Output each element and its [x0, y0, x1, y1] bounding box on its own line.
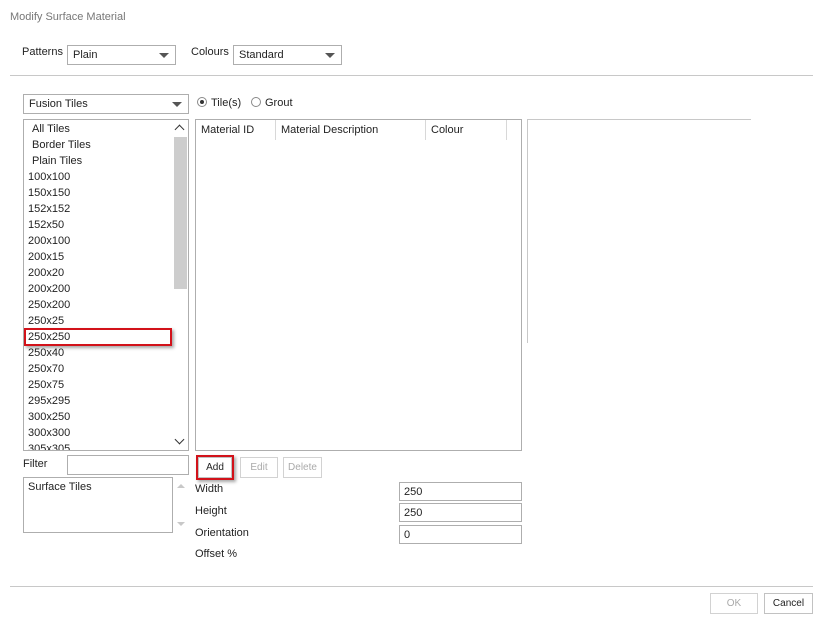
chevron-up-icon[interactable] — [174, 124, 185, 135]
dialog-title: Modify Surface Material — [10, 11, 126, 23]
ok-button[interactable]: OK — [710, 593, 758, 614]
edit-button[interactable]: Edit — [240, 457, 278, 478]
list-item[interactable]: 200x20 — [28, 265, 64, 281]
selection-highlight — [24, 328, 172, 346]
tiles-radio-label: Tile(s) — [211, 97, 242, 109]
list-item[interactable]: 295x295 — [28, 393, 70, 409]
filter-label: Filter — [23, 458, 48, 470]
category-select-value: Fusion Tiles — [29, 98, 88, 110]
list-item[interactable]: 250x25 — [28, 313, 64, 329]
colours-select[interactable]: Standard — [233, 45, 342, 65]
list-scrollbar[interactable] — [173, 120, 188, 450]
list-item[interactable]: 150x150 — [28, 185, 70, 201]
list-item[interactable]: 250x40 — [28, 345, 64, 361]
material-grid[interactable]: Material ID Material Description Colour — [195, 119, 522, 451]
list-item[interactable]: All Tiles — [32, 121, 70, 137]
list-item[interactable]: 250x70 — [28, 361, 64, 377]
list-item[interactable]: 250x200 — [28, 297, 70, 313]
orientation-label: Orientation — [195, 527, 249, 539]
divider — [10, 586, 813, 587]
list-item[interactable]: 300x250 — [28, 409, 70, 425]
list-item[interactable]: Plain Tiles — [32, 153, 82, 169]
offset-label: Offset % — [195, 548, 237, 560]
colours-select-value: Standard — [239, 49, 284, 61]
scroll-down-icon[interactable] — [177, 522, 185, 526]
preview-top-border — [527, 119, 751, 120]
list-item[interactable]: 200x15 — [28, 249, 64, 265]
colours-label: Colours — [191, 46, 229, 58]
list-item[interactable]: 200x100 — [28, 233, 70, 249]
list-item[interactable]: 152x152 — [28, 201, 70, 217]
patterns-select-value: Plain — [73, 49, 98, 61]
grout-radio[interactable] — [251, 97, 261, 107]
preview-left-border — [527, 119, 528, 343]
column-header-material-id[interactable]: Material ID — [196, 120, 276, 140]
width-input[interactable]: 250 — [399, 482, 522, 501]
grout-radio-label: Grout — [265, 97, 293, 109]
list-item[interactable]: 200x200 — [28, 281, 70, 297]
list-item[interactable]: 305x305 — [28, 441, 70, 450]
divider — [10, 75, 813, 76]
surface-list[interactable]: Surface Tiles — [23, 477, 173, 533]
chevron-down-icon — [159, 53, 169, 58]
height-input[interactable]: 250 — [399, 503, 522, 522]
delete-button[interactable]: Delete — [283, 457, 322, 478]
orientation-input[interactable]: 0 — [399, 525, 522, 544]
list-item[interactable]: 152x50 — [28, 217, 64, 233]
category-select[interactable]: Fusion Tiles — [23, 94, 189, 114]
column-header-material-description[interactable]: Material Description — [276, 120, 426, 140]
filter-input[interactable] — [67, 455, 189, 475]
scrollbar-thumb[interactable] — [174, 137, 187, 289]
list-item[interactable]: 250x75 — [28, 377, 64, 393]
list-item[interactable]: 100x100 — [28, 169, 70, 185]
column-header-colour[interactable]: Colour — [426, 120, 507, 140]
add-button-highlight — [196, 455, 234, 480]
tile-size-list[interactable]: All Tiles Border Tiles Plain Tiles 100x1… — [23, 119, 189, 451]
chevron-down-icon[interactable] — [174, 434, 185, 445]
chevron-down-icon — [325, 53, 335, 58]
tiles-radio[interactable] — [197, 97, 207, 107]
list-item[interactable]: Surface Tiles — [28, 481, 92, 493]
list-item[interactable]: Border Tiles — [32, 137, 91, 153]
patterns-label: Patterns — [22, 46, 63, 58]
patterns-select[interactable]: Plain — [67, 45, 176, 65]
scroll-up-icon[interactable] — [177, 484, 185, 488]
height-label: Height — [195, 505, 227, 517]
cancel-button[interactable]: Cancel — [764, 593, 813, 614]
chevron-down-icon — [172, 102, 182, 107]
width-label: Width — [195, 483, 224, 495]
list-item[interactable]: 300x300 — [28, 425, 70, 441]
